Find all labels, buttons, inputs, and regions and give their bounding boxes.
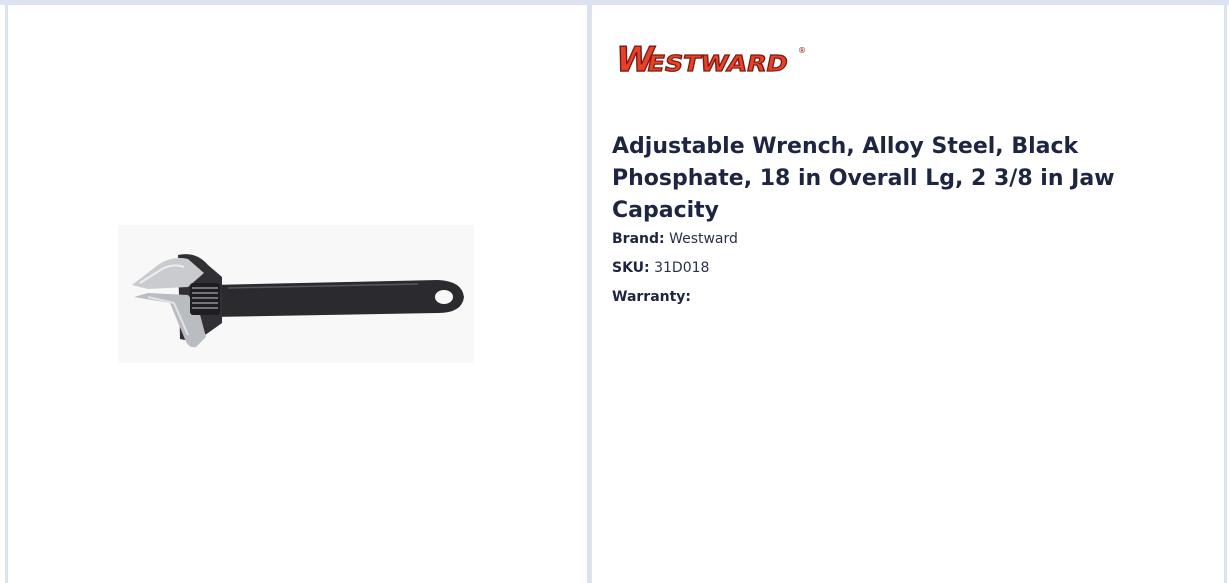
spec-brand-value: Westward	[669, 231, 738, 247]
adjustable-wrench-image	[132, 254, 464, 348]
westward-logo[interactable]: W ESTWARD ®	[611, 33, 812, 81]
product-image-panel	[5, 5, 590, 583]
product-details-panel: W ESTWARD ® Adjustable Wrench, Alloy Ste…	[590, 5, 1227, 583]
svg-text:®: ®	[798, 46, 806, 55]
spec-brand: Brand: Westward	[612, 231, 1112, 260]
svg-text:ESTWARD: ESTWARD	[645, 51, 790, 77]
spec-sku: SKU: 31D018	[612, 260, 1112, 289]
spec-sku-label: SKU:	[612, 260, 650, 276]
spec-sku-value: 31D018	[654, 260, 710, 276]
spec-warranty: Warranty:	[612, 289, 1112, 318]
spec-brand-label: Brand:	[612, 231, 665, 247]
product-page: W ESTWARD ® Adjustable Wrench, Alloy Ste…	[0, 0, 1229, 583]
product-spec-list: Brand: Westward SKU: 31D018 Warranty:	[612, 231, 1112, 318]
spec-warranty-label: Warranty:	[612, 289, 692, 305]
product-image[interactable]	[118, 225, 474, 363]
product-title: Adjustable Wrench, Alloy Steel, Black Ph…	[612, 134, 1115, 223]
brand-logo-graphic: W ESTWARD ®	[611, 40, 806, 81]
